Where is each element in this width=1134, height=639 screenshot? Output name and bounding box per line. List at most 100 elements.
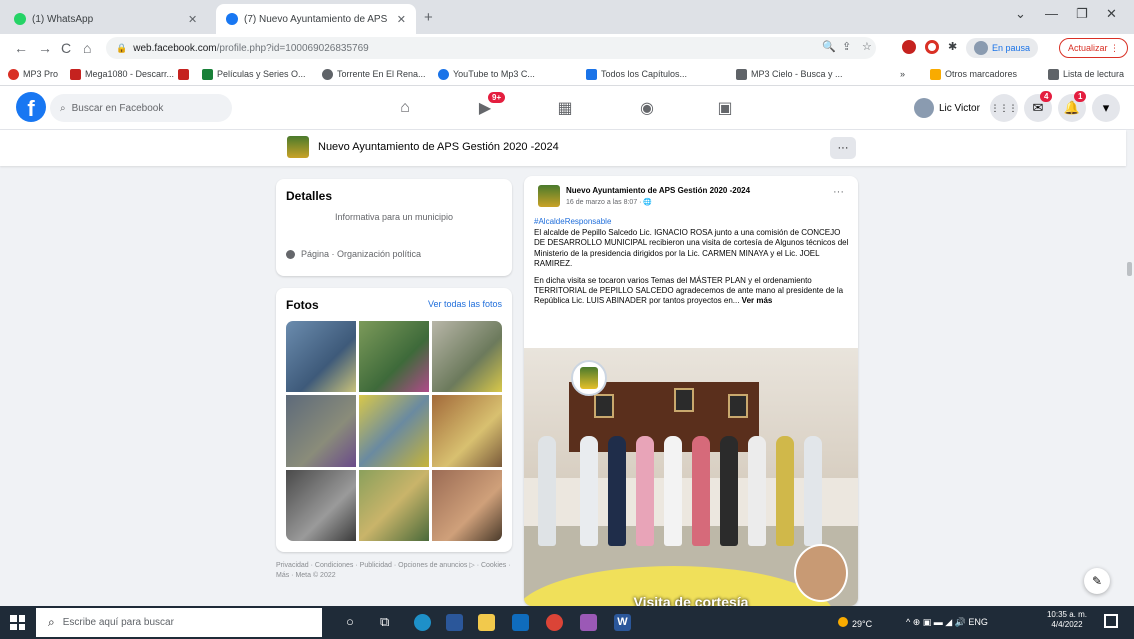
close-icon[interactable]: ✕ <box>397 13 406 26</box>
bookmark-item[interactable]: Torrente En El Rena... <box>322 67 426 81</box>
address-bar[interactable]: 🔒 web.facebook.com /profile.php?id=10006… <box>106 37 876 59</box>
back-button[interactable]: ← <box>14 40 28 56</box>
messenger-badge: 4 <box>1040 91 1053 102</box>
system-tray[interactable]: ^ ⊕ ▣ ▬ ◢ 🔊 ENG <box>906 617 988 628</box>
photo-thumbnail[interactable] <box>432 321 502 393</box>
menu-grid-icon[interactable]: ⋮⋮⋮ <box>990 94 1018 122</box>
facebook-logo-icon[interactable]: f <box>16 92 46 122</box>
post-author[interactable]: Nuevo Ayuntamiento de APS Gestión 2020 -… <box>566 186 750 195</box>
reload-button[interactable]: C <box>61 40 71 56</box>
reading-list-button[interactable]: Lista de lectura <box>1048 67 1124 81</box>
update-button[interactable]: Actualizar ⋮ <box>1059 38 1129 58</box>
word-icon[interactable]: W <box>614 614 631 631</box>
person-figure <box>692 436 710 546</box>
bookmark-item[interactable] <box>178 67 193 81</box>
tab-facebook-page[interactable]: (7) Nuevo Ayuntamiento de APS ✕ <box>216 4 416 34</box>
lock-icon: 🔒 <box>116 42 128 53</box>
edge-icon[interactable] <box>414 614 431 631</box>
bookmark-item[interactable]: Películas y Series O... <box>202 67 306 81</box>
bookmark-item[interactable]: YouTube to Mp3 C... <box>438 67 535 81</box>
url-path: /profile.php?id=100069026835769 <box>216 42 369 54</box>
photo-thumbnail[interactable] <box>286 321 356 393</box>
post-timestamp[interactable]: 16 de marzo a las 8:07 · 🌐 <box>566 198 652 206</box>
search-placeholder: Escribe aquí para buscar <box>62 617 174 628</box>
notification-center-icon[interactable] <box>1104 614 1118 628</box>
bookmark-icon <box>202 68 213 80</box>
page-title[interactable]: Nuevo Ayuntamiento de APS Gestión 2020 -… <box>318 141 559 153</box>
minimize-button[interactable]: — <box>1045 6 1058 21</box>
photo-thumbnail[interactable] <box>286 469 356 541</box>
folder-icon <box>930 68 941 80</box>
search-icon: ⌕ <box>48 615 55 629</box>
photo-thumbnail[interactable] <box>359 395 429 467</box>
profile-button[interactable]: En pausa <box>966 38 1039 58</box>
taskbar-clock[interactable]: 10:35 a. m. 4/4/2022 <box>1042 610 1092 631</box>
extension-red-icon[interactable] <box>902 40 916 54</box>
bookmark-folder-otros[interactable]: Otros marcadores <box>930 67 1017 81</box>
bookmark-label: Películas y Series O... <box>217 69 306 79</box>
facebook-search-input[interactable]: ⌕ Buscar en Facebook <box>50 94 232 122</box>
facebook-icon <box>226 13 238 25</box>
watch-badge: 9+ <box>488 92 506 103</box>
photo-thumbnail[interactable] <box>432 469 502 541</box>
opera-icon[interactable] <box>925 40 939 54</box>
person-figure <box>636 436 654 546</box>
close-icon[interactable]: ✕ <box>188 13 197 26</box>
photo-thumbnail[interactable] <box>359 321 429 393</box>
page-more-button[interactable]: ··· <box>830 137 856 159</box>
new-tab-button[interactable]: + <box>424 9 433 26</box>
forward-button[interactable]: → <box>38 40 52 56</box>
scrollbar[interactable] <box>1127 262 1132 276</box>
photo-thumbnail[interactable] <box>286 395 356 467</box>
post-paragraph: En dicha visita se tocaron varios Temas … <box>534 276 852 307</box>
bookmarks-overflow-button[interactable]: » <box>900 67 905 81</box>
tab-whatsapp[interactable]: (1) WhatsApp ✕ <box>4 4 216 34</box>
avatar <box>974 41 988 55</box>
facebook-footer-links[interactable]: Privacidad · Condiciones · Publicidad · … <box>276 561 512 581</box>
task-view-icon[interactable]: ⧉ <box>380 614 389 630</box>
bookmark-item[interactable]: Mega1080 - Descarr... <box>70 67 174 81</box>
marketplace-icon[interactable]: ▦ <box>552 96 578 120</box>
search-icon[interactable]: 🔍 <box>822 40 836 53</box>
windows-search-input[interactable]: ⌕ Escribe aquí para buscar <box>36 608 322 637</box>
home-icon[interactable]: ⌂ <box>392 96 418 120</box>
see-more-link[interactable]: Ver más <box>742 296 773 305</box>
post-author-avatar[interactable] <box>538 185 560 207</box>
store-icon[interactable] <box>446 614 463 631</box>
facebook-top-nav: f ⌕ Buscar en Facebook ⌂ ▶ 9+ ▦ ◉ ▣ Lic … <box>0 86 1134 130</box>
post-paragraph-text: En dicha visita se tocaron varios Temas … <box>534 275 844 306</box>
post-hashtag[interactable]: #AlcaldeResponsable <box>534 217 611 226</box>
bookmark-item[interactable]: MP3 Pro <box>8 67 58 81</box>
gaming-icon[interactable]: ▣ <box>712 96 738 120</box>
bookmark-label: Mega1080 - Descarr... <box>85 69 175 79</box>
chrome-icon[interactable] <box>546 614 563 631</box>
post-options-button[interactable]: ··· <box>833 186 844 198</box>
maximize-button[interactable]: ❐ <box>1076 6 1088 22</box>
paint-icon[interactable] <box>580 614 597 631</box>
groups-icon[interactable]: ◉ <box>634 96 660 120</box>
weather-widget[interactable]: 29°C <box>838 617 872 629</box>
mail-icon[interactable] <box>512 614 529 631</box>
bookmark-item[interactable]: MP3 Cielo - Busca y ... <box>736 67 843 81</box>
cortana-icon[interactable]: ○ <box>346 614 354 629</box>
see-all-photos-link[interactable]: Ver todas las fotos <box>428 299 502 309</box>
bookmark-icon <box>70 68 81 80</box>
windows-start-icon[interactable] <box>10 615 25 630</box>
post-photo[interactable]: Visita de cortesía <box>524 348 858 606</box>
bookmark-label: YouTube to Mp3 C... <box>453 69 535 79</box>
tab-search-icon[interactable]: ⌄ <box>1015 6 1026 22</box>
close-window-button[interactable]: ✕ <box>1106 6 1117 22</box>
page-logo[interactable] <box>287 136 309 158</box>
home-button[interactable]: ⌂ <box>83 40 91 56</box>
photo-thumbnail[interactable] <box>359 469 429 541</box>
photo-frame <box>674 388 694 412</box>
photo-thumbnail[interactable] <box>432 395 502 467</box>
explorer-icon[interactable] <box>478 614 495 631</box>
extensions-puzzle-icon[interactable]: ✱ <box>948 40 957 53</box>
bookmark-star-icon[interactable]: ☆ <box>862 40 872 53</box>
new-message-button[interactable]: ✎ <box>1084 568 1110 594</box>
account-chevron-icon[interactable]: ▾ <box>1092 94 1120 122</box>
profile-shortcut[interactable]: Lic Victor <box>914 96 980 120</box>
bookmark-item[interactable]: Todos los Capítulos... <box>586 67 687 81</box>
share-icon[interactable]: ⇪ <box>842 40 851 53</box>
